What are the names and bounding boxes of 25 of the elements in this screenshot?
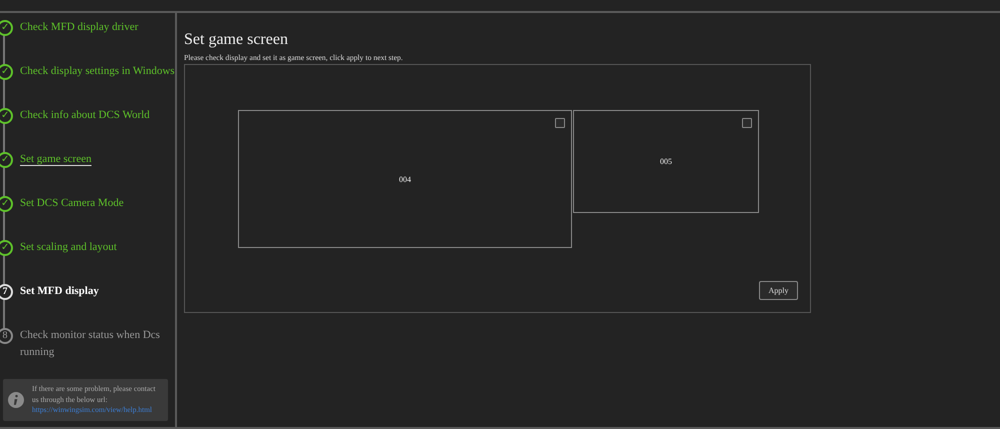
- info-icon: [8, 392, 24, 408]
- checkbox[interactable]: [555, 118, 565, 128]
- check-icon: ✓: [0, 240, 13, 256]
- apply-button[interactable]: Apply: [759, 281, 798, 300]
- step-number: 8: [0, 328, 13, 344]
- check-icon: ✓: [0, 196, 13, 212]
- step-item[interactable]: Set DCS Camera Mode: [20, 195, 124, 212]
- check-icon: ✓: [0, 64, 13, 80]
- step-number: 7: [0, 284, 13, 300]
- step-item[interactable]: Check MFD display driver: [20, 19, 138, 36]
- check-icon: ✓: [0, 20, 13, 36]
- monitor-tile[interactable]: 004: [238, 110, 572, 248]
- step-item[interactable]: Check monitor status when Dcs running: [20, 327, 175, 361]
- check-icon: ✓: [0, 152, 13, 168]
- step-item[interactable]: Check info about DCS World: [20, 107, 150, 124]
- monitor-label: 004: [399, 174, 411, 184]
- checkbox[interactable]: [742, 118, 752, 128]
- step-item[interactable]: Set scaling and layout: [20, 239, 117, 256]
- monitor-label: 005: [660, 157, 672, 166]
- step-item[interactable]: Set game screen: [20, 151, 92, 168]
- step-item[interactable]: Set MFD display: [20, 283, 99, 300]
- monitor-tile[interactable]: 005: [573, 110, 759, 213]
- check-icon: ✓: [0, 108, 13, 124]
- page-title: Set game screen: [184, 31, 289, 49]
- step-item[interactable]: Check display settings in Windows: [20, 63, 175, 80]
